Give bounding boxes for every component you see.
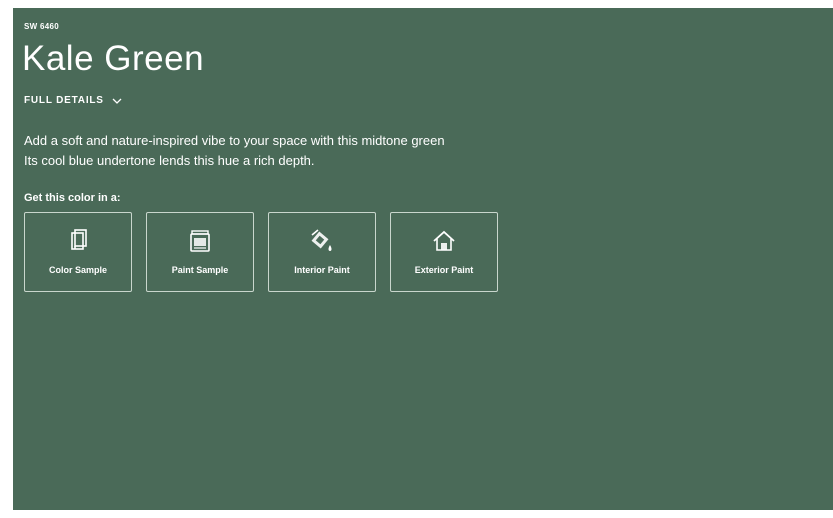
- interior-paint-label: Interior Paint: [294, 265, 350, 275]
- description-line-2: Its cool blue undertone lends this hue a…: [24, 153, 315, 168]
- paint-bucket-icon: [311, 229, 332, 251]
- house-icon: [433, 230, 455, 251]
- full-details-toggle[interactable]: FULL DETAILS: [24, 95, 122, 106]
- paint-sample-label: Paint Sample: [171, 265, 229, 275]
- color-description: Add a soft and nature-inspired vibe to y…: [24, 131, 584, 171]
- color-detail-panel: SW 6460 Kale Green FULL DETAILS Add a so…: [13, 8, 833, 510]
- color-sample-option[interactable]: Color Sample: [24, 212, 132, 292]
- color-sample-icon: [71, 229, 87, 250]
- exterior-paint-option[interactable]: Exterior Paint: [390, 212, 498, 292]
- full-details-label: FULL DETAILS: [24, 95, 104, 106]
- color-sample-label: Color Sample: [48, 265, 107, 275]
- paint-can-icon: [190, 230, 210, 252]
- description-line-1: Add a soft and nature-inspired vibe to y…: [24, 133, 445, 148]
- purchase-options: Color Sample Paint Sample Interior Paint: [24, 212, 498, 292]
- purchase-heading: Get this color in a:: [24, 192, 121, 204]
- color-name: Kale Green: [22, 39, 205, 78]
- exterior-paint-label: Exterior Paint: [414, 265, 474, 275]
- paint-sample-option[interactable]: Paint Sample: [146, 212, 254, 292]
- interior-paint-option[interactable]: Interior Paint: [268, 212, 376, 292]
- chevron-down-icon: [112, 98, 122, 104]
- color-code: SW 6460: [24, 22, 60, 31]
